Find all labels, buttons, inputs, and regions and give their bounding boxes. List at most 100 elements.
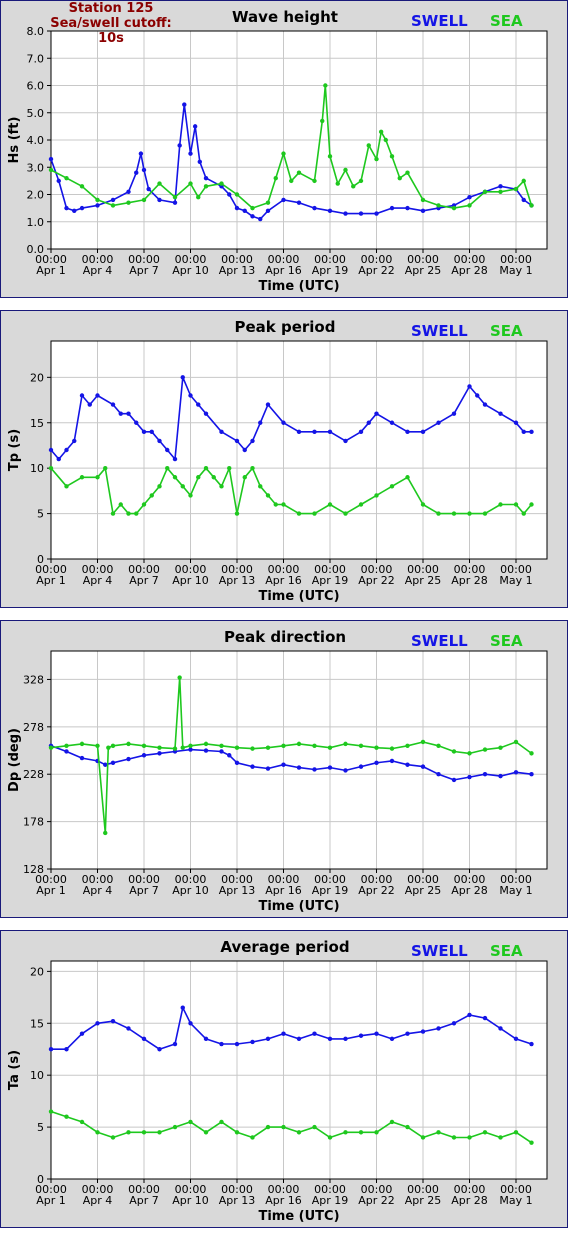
sea-point (110, 743, 116, 748)
sea-point (467, 203, 472, 208)
swell-point (467, 195, 472, 200)
swell-point (157, 751, 162, 756)
swell-point (420, 764, 426, 769)
sea-point (498, 189, 503, 194)
sea-point (323, 83, 328, 88)
sea-point (420, 502, 426, 507)
swell-point (265, 402, 271, 407)
swell-point (265, 1036, 271, 1042)
x-axis-label: Time (UTC) (258, 279, 339, 294)
average-period-panel: 0 5 10 15 20 00:00 Apr 1 00:00 Apr 4 00:00 Apr 7 00… (0, 930, 568, 1228)
swell-point (134, 170, 139, 175)
swell-point (192, 124, 198, 129)
y-tick-label: 3.0 (27, 161, 45, 174)
sea-point (482, 1130, 488, 1135)
x-tick-date: Apr 7 (129, 1194, 159, 1207)
sea-point (180, 745, 185, 750)
sea-point (374, 493, 379, 498)
swell-point (451, 777, 457, 783)
swell-point (110, 197, 116, 203)
swell-point (513, 1036, 519, 1042)
swell-point (87, 402, 92, 407)
swell-point (521, 429, 526, 435)
x-tick-date: Apr 13 (219, 884, 256, 897)
wave-height-panel: 0.0 1.0 2.0 3.0 4.0 5.0 6.0 7.0 8.0 00:00 Apr 1 00:… (0, 0, 568, 298)
sea-point (265, 745, 271, 750)
plot-area (50, 340, 548, 560)
swell-point (296, 429, 302, 435)
sea-point (529, 751, 534, 756)
x-tick-date: Apr 13 (219, 264, 256, 277)
chart-title: Average period (220, 938, 349, 956)
swell-point (374, 760, 379, 766)
swell-point (482, 402, 488, 407)
swell-point (103, 762, 108, 767)
swell-point (498, 184, 503, 189)
swell-point (126, 1026, 131, 1031)
sea-point (513, 502, 519, 507)
sea-point (250, 465, 255, 471)
x-axis-label: Time (UTC) (258, 1209, 339, 1224)
sea-point (203, 465, 209, 471)
average-period-chart: 0510152000:00Apr 100:00Apr 400:00Apr 700… (7, 938, 548, 1224)
swell-point (141, 1036, 147, 1042)
sea-point (397, 175, 402, 181)
legend-sea: SEA (490, 12, 523, 30)
y-tick-label: 5.0 (27, 107, 45, 120)
sea-point (335, 181, 340, 186)
swell-point (467, 384, 472, 389)
swell-point (110, 1019, 116, 1024)
sea-point (296, 1130, 302, 1135)
sea-point (358, 743, 364, 748)
y-tick-label: 178 (23, 816, 44, 829)
sea-point (436, 511, 441, 516)
sea-point (513, 739, 519, 745)
station-header: Station 125 Sea/swell cutoff: 10s (41, 1, 181, 46)
y-tick-label: 1.0 (27, 216, 45, 229)
sea-point (126, 511, 131, 516)
legend-swell: SWELL (411, 942, 468, 960)
x-tick-date: Apr 10 (172, 884, 209, 897)
swell-point (79, 393, 85, 398)
sea-point (529, 1140, 534, 1145)
swell-point (389, 420, 395, 425)
swell-point (312, 429, 317, 435)
swell-point (64, 205, 69, 211)
swell-point (79, 1031, 85, 1036)
y-tick-label: 7.0 (27, 52, 45, 65)
sea-point (498, 745, 503, 750)
swell-point (343, 211, 348, 216)
sea-point (343, 741, 348, 747)
y-axis-label: Dp (deg) (7, 728, 22, 792)
sea-point (106, 745, 111, 750)
y-axis-label: Hs (ft) (7, 117, 22, 164)
swell-point (312, 1031, 317, 1036)
swell-point (227, 192, 232, 197)
swell-point (188, 1021, 193, 1026)
sea-point (482, 511, 488, 516)
sea-point (289, 178, 294, 184)
sea-point (312, 1124, 317, 1130)
y-tick-label: 4.0 (27, 134, 45, 147)
sea-point (211, 475, 216, 480)
y-tick-label: 15 (30, 417, 44, 430)
swell-point (110, 402, 116, 407)
sea-point (281, 502, 286, 507)
sea-point (436, 203, 441, 208)
legend-sea: SEA (490, 942, 523, 960)
y-tick-label: 2.0 (27, 189, 45, 202)
swell-point (436, 1026, 441, 1031)
swell-point (172, 1041, 178, 1047)
swell-point (242, 447, 247, 453)
swell-point (172, 456, 178, 462)
sea-point (389, 154, 395, 159)
x-tick-date: Apr 25 (405, 884, 442, 897)
sea-point (358, 178, 364, 184)
swell-point (281, 197, 286, 203)
swell-point (64, 447, 69, 453)
y-tick-label: 20 (30, 965, 44, 978)
sea-point (95, 743, 100, 748)
sea-point (196, 195, 201, 200)
swell-point (529, 772, 534, 777)
y-tick-label: 278 (23, 721, 44, 734)
